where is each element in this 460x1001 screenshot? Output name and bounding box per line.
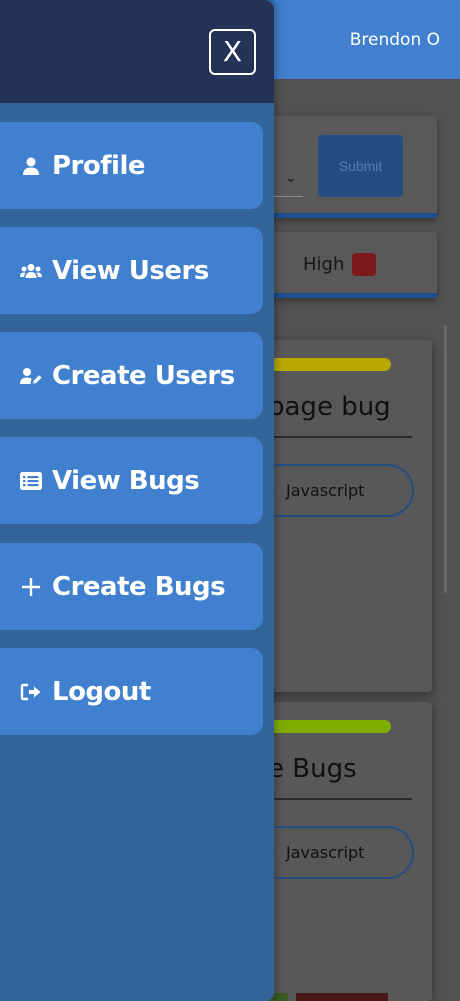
title-divider <box>262 436 412 438</box>
plus-icon <box>20 576 42 598</box>
submit-button[interactable]: Submit <box>318 135 403 197</box>
menu-item-view-users[interactable]: View Users <box>0 227 263 314</box>
bug-title: e Bugs <box>268 754 357 784</box>
bug-card[interactable]: page bug > Javascript <box>252 340 432 692</box>
menu-item-label: Create Bugs <box>52 571 226 602</box>
close-button[interactable]: X <box>209 29 256 75</box>
bug-title: page bug <box>268 392 391 422</box>
priority-label: High <box>303 254 345 275</box>
list-icon <box>20 470 42 492</box>
language-pill[interactable]: > Javascript <box>252 826 414 879</box>
menu-item-profile[interactable]: Profile <box>0 122 263 209</box>
menu-item-view-bugs[interactable]: View Bugs <box>0 437 263 524</box>
language-pill[interactable]: > Javascript <box>252 464 414 517</box>
chevron-down-icon[interactable]: ⌄ <box>285 170 297 186</box>
menu-item-label: View Bugs <box>52 465 200 496</box>
menu-item-create-users[interactable]: Create Users <box>0 332 263 419</box>
user-edit-icon <box>20 365 42 387</box>
menu-item-logout[interactable]: Logout <box>0 648 263 735</box>
users-icon <box>20 260 42 282</box>
menu-item-label: View Users <box>52 255 209 286</box>
bug-card[interactable]: e Bugs > Javascript <box>252 702 432 1001</box>
status-bar <box>268 720 391 733</box>
priority-swatch[interactable] <box>352 253 376 276</box>
menu-item-label: Logout <box>52 676 151 707</box>
user-name[interactable]: Brendon O <box>350 30 440 50</box>
menu-item-label: Profile <box>52 150 146 181</box>
menu-item-label: Create Users <box>52 360 235 391</box>
user-icon <box>20 155 42 177</box>
status-bar <box>268 358 391 371</box>
scrollbar[interactable] <box>444 325 447 593</box>
drawer-header: X <box>0 0 274 103</box>
partial-card-chip <box>296 993 388 1001</box>
language-label: Javascript <box>286 481 365 500</box>
side-drawer: X Profile View Users Create Users View B… <box>0 0 274 1001</box>
logout-icon <box>20 681 42 703</box>
language-label: Javascript <box>286 843 365 862</box>
priority-card <box>265 232 437 298</box>
menu-item-create-bugs[interactable]: Create Bugs <box>0 543 263 630</box>
title-divider <box>262 798 412 800</box>
